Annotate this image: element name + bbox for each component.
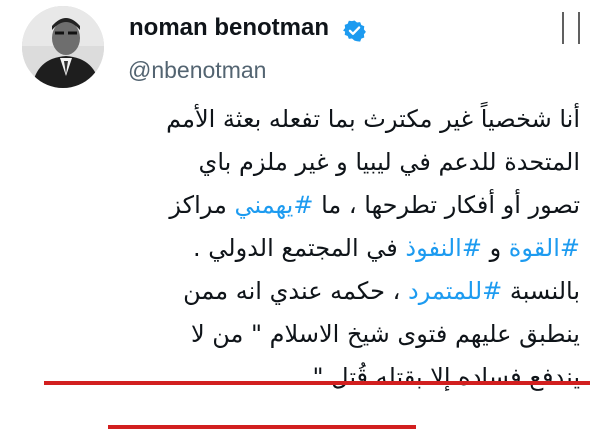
tweet-line-1: أنا شخصياً غير مكترث بما تفعله بعثة الأم… — [166, 105, 580, 133]
hashtag-link[interactable]: #القوة — [509, 234, 580, 262]
tweet-text-segment: مراكز — [169, 191, 235, 219]
tweet-text-segment: في المجتمع الدولي . — [193, 234, 406, 262]
tweet-header: noman benotman @nbenotman — [0, 0, 595, 100]
tweet-line-2: المتحدة للدعم في ليبيا و غير ملزم باي — [198, 148, 580, 176]
verified-badge-icon — [343, 20, 366, 42]
highlight-underline — [44, 381, 590, 385]
more-options-icon[interactable] — [557, 8, 587, 48]
avatar-image — [22, 6, 104, 88]
tweet-text-segment: ، حكمه عندي انه ممن — [183, 277, 408, 305]
tweet-line-6: ينطبق عليهم فتوى شيخ الاسلام " من لا — [190, 320, 580, 348]
highlight-underline — [108, 425, 416, 429]
author-name[interactable]: noman benotman — [129, 14, 329, 42]
tweet-text-segment: تصور أو أفكار تطرحها ، ما — [313, 191, 580, 219]
tweet-line-4: #القوة و #النفوذ في المجتمع الدولي . — [10, 227, 580, 270]
avatar[interactable] — [22, 6, 104, 88]
tweet-text-segment: و — [481, 234, 509, 262]
tweet-line-5: بالنسبة #للمتمرد ، حكمه عندي انه ممن — [10, 270, 580, 313]
hashtag-link[interactable]: #النفوذ — [405, 234, 482, 262]
tweet-text-segment: بالنسبة — [502, 277, 580, 305]
tweet-line-7: يندفع فساده إلا بقتله قُتل " — [312, 363, 580, 391]
tweet-line-3: تصور أو أفكار تطرحها ، ما #يهمني مراكز — [10, 184, 580, 227]
author-handle[interactable]: @nbenotman — [128, 57, 266, 84]
hashtag-link[interactable]: #يهمني — [234, 191, 313, 219]
hashtag-link[interactable]: #للمتمرد — [408, 277, 502, 305]
tweet-text: أنا شخصياً غير مكترث بما تفعله بعثة الأم… — [10, 98, 580, 399]
